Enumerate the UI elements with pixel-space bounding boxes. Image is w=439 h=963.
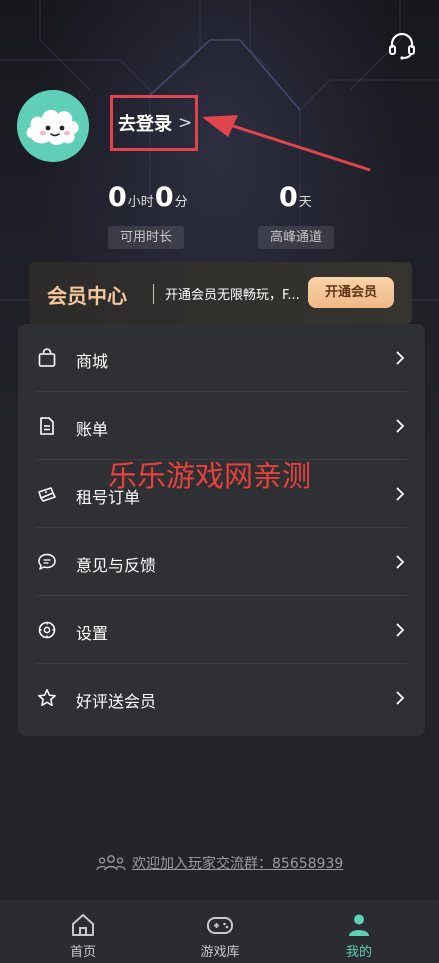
community-group-link[interactable]: 欢迎加入玩家交流群：85658939 [96, 853, 343, 873]
cloud-mascot-icon [17, 90, 89, 162]
bill-icon [40, 417, 54, 435]
settings-icon [38, 621, 56, 639]
login-button[interactable]: 去登录 > [110, 95, 198, 151]
available-time-label: 可用时长 [108, 226, 184, 249]
hours-unit: 小时 [127, 195, 154, 210]
tab-home[interactable]: 首页 [10, 900, 156, 963]
community-group-text: 欢迎加入玩家交流群：85658939 [132, 856, 344, 872]
tab-game-library[interactable]: 游戏库 [147, 900, 293, 963]
menu-item-label: 设置 [76, 624, 109, 643]
ticket-icon [38, 487, 56, 502]
customer-support-button[interactable] [385, 28, 419, 62]
menu-item-review-for-vip[interactable]: 好评送会员 [36, 664, 407, 732]
menu-item-label: 商城 [76, 352, 109, 371]
vip-description: 开通会员无限畅玩，F... [165, 288, 300, 303]
menu-item-label: 账单 [76, 420, 109, 439]
login-label: 去登录 [118, 114, 172, 135]
person-icon [349, 914, 369, 936]
hours-value: 0 [108, 182, 127, 213]
red-arrow-annotation [202, 115, 371, 172]
gamepad-icon [207, 917, 233, 934]
peak-channel-label: 高峰通道 [258, 226, 334, 249]
chevron-right-icon [396, 487, 405, 501]
avatar[interactable] [17, 90, 89, 162]
menu-list: 商城 账单 租号订单 意见与反馈 设置 好评送会员 [18, 324, 425, 736]
chevron-right-icon [396, 351, 405, 365]
chevron-right-icon [396, 555, 405, 569]
peak-channel-value: 0天 [279, 182, 313, 213]
minutes-value: 0 [154, 182, 174, 213]
tab-label: 首页 [69, 945, 96, 960]
watermark-text: 乐乐游戏网亲测 [108, 459, 312, 493]
tab-label: 我的 [345, 945, 372, 960]
vip-divider [153, 284, 154, 304]
menu-item-shop[interactable]: 商城 [36, 324, 407, 392]
home-icon [72, 914, 94, 936]
group-icon [96, 855, 126, 871]
chat-bubble-icon [38, 553, 56, 570]
days-unit: 天 [298, 195, 312, 210]
minutes-unit: 分 [174, 195, 188, 210]
menu-item-bill[interactable]: 账单 [36, 392, 407, 460]
chevron-right-icon [396, 623, 405, 637]
menu-item-settings[interactable]: 设置 [36, 596, 407, 664]
chevron-right-icon [396, 691, 405, 705]
shopping-bag-icon [38, 348, 56, 367]
vip-center-card[interactable]: 会员中心 开通会员无限畅玩，F... 开通会员 [29, 262, 412, 324]
menu-item-feedback[interactable]: 意见与反馈 [36, 528, 407, 596]
bottom-tab-bar: 首页 游戏库 我的 [0, 900, 439, 963]
open-vip-button[interactable]: 开通会员 [308, 277, 394, 308]
menu-item-label: 好评送会员 [76, 692, 157, 711]
star-icon [38, 689, 56, 707]
headset-icon [389, 32, 415, 60]
menu-item-label: 意见与反馈 [76, 556, 157, 575]
tab-mine[interactable]: 我的 [286, 900, 432, 963]
tab-label: 游戏库 [200, 945, 240, 960]
chevron-right-icon [396, 419, 405, 433]
days-value: 0 [279, 182, 298, 213]
available-time-value: 0小时0分 [108, 182, 189, 213]
vip-title: 会员中心 [47, 284, 127, 308]
